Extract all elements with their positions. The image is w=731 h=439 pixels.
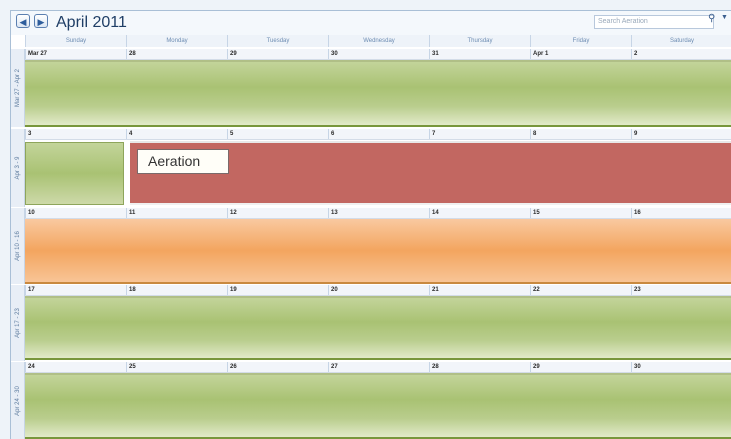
date-cell[interactable]: 4 [126, 129, 227, 139]
date-cell[interactable]: 16 [631, 208, 731, 218]
date-row: 24 25 26 27 28 29 30 [25, 362, 731, 373]
next-month-button[interactable]: ▶ [34, 14, 48, 28]
date-cell[interactable]: 23 [631, 285, 731, 295]
search-input[interactable]: Search Aeration [594, 15, 714, 29]
week-label[interactable]: Apr 24 - 30 [11, 362, 25, 439]
week-row: Apr 17 - 23 17 18 19 20 21 22 23 [11, 285, 731, 361]
date-row: Mar 27 28 29 30 31 Apr 1 2 [25, 49, 731, 60]
date-cell[interactable]: 9 [631, 129, 731, 139]
search-dropdown-icon[interactable]: ▼ [721, 14, 728, 21]
day-header: Monday [126, 35, 227, 47]
date-cell[interactable]: 5 [227, 129, 328, 139]
week-band-green[interactable] [25, 373, 731, 439]
date-cell[interactable]: 26 [227, 362, 328, 372]
date-cell[interactable]: 3 [25, 129, 126, 139]
day-header: Wednesday [328, 35, 429, 47]
week-label[interactable]: Mar 27 - Apr 2 [11, 49, 25, 127]
date-cell[interactable]: Apr 1 [530, 49, 631, 59]
date-cell[interactable]: 31 [429, 49, 530, 59]
date-cell[interactable]: 15 [530, 208, 631, 218]
day-header: Thursday [429, 35, 530, 47]
week-band-green[interactable] [25, 296, 731, 360]
date-cell[interactable]: 22 [530, 285, 631, 295]
week-row: Apr 24 - 30 24 25 26 27 28 29 30 [11, 362, 731, 439]
week-label[interactable]: Apr 17 - 23 [11, 285, 25, 361]
date-cell[interactable]: 29 [530, 362, 631, 372]
calendar-frame: ◀ ▶ April 2011 Search Aeration ⚲ ▼ Sunda… [10, 10, 731, 439]
date-cell[interactable]: Mar 27 [25, 49, 126, 59]
date-cell[interactable]: 29 [227, 49, 328, 59]
date-cell[interactable]: 11 [126, 208, 227, 218]
day-headers: Sunday Monday Tuesday Wednesday Thursday… [25, 35, 731, 47]
date-cell[interactable]: 10 [25, 208, 126, 218]
date-row: 17 18 19 20 21 22 23 [25, 285, 731, 296]
date-cell[interactable]: 28 [126, 49, 227, 59]
week-row: Mar 27 - Apr 2 Mar 27 28 29 30 31 Apr 1 … [11, 49, 731, 127]
magnifier-icon[interactable]: ⚲ [708, 13, 715, 24]
date-cell[interactable]: 14 [429, 208, 530, 218]
date-cell[interactable]: 13 [328, 208, 429, 218]
date-cell[interactable]: 12 [227, 208, 328, 218]
date-row: 3 4 5 6 7 8 9 [25, 129, 731, 140]
week-row: Apr 3 - 9 3 4 5 6 7 8 9 Aeration [11, 129, 731, 207]
day-cell-green[interactable] [25, 142, 124, 205]
event-title: Aeration [137, 149, 229, 174]
day-header: Tuesday [227, 35, 328, 47]
calendar-toolbar: ◀ ▶ April 2011 Search Aeration ⚲ ▼ [11, 11, 731, 35]
aeration-event[interactable]: Aeration [130, 141, 731, 205]
date-cell[interactable]: 21 [429, 285, 530, 295]
day-header: Friday [530, 35, 631, 47]
date-cell[interactable]: 30 [631, 362, 731, 372]
day-header: Saturday [631, 35, 731, 47]
week-label[interactable]: Apr 3 - 9 [11, 129, 25, 207]
date-cell[interactable]: 8 [530, 129, 631, 139]
day-header: Sunday [25, 35, 126, 47]
date-cell[interactable]: 18 [126, 285, 227, 295]
week-label[interactable]: Apr 10 - 16 [11, 208, 25, 284]
date-cell[interactable]: 30 [328, 49, 429, 59]
previous-month-button[interactable]: ◀ [16, 14, 30, 28]
week-band-orange[interactable] [25, 219, 731, 284]
week-band-green[interactable] [25, 60, 731, 127]
date-cell[interactable]: 28 [429, 362, 530, 372]
date-cell[interactable]: 27 [328, 362, 429, 372]
week-row: Apr 10 - 16 10 11 12 13 14 15 16 [11, 208, 731, 284]
date-cell[interactable]: 7 [429, 129, 530, 139]
date-cell[interactable]: 24 [25, 362, 126, 372]
date-cell[interactable]: 6 [328, 129, 429, 139]
month-title: April 2011 [56, 14, 127, 31]
date-cell[interactable]: 19 [227, 285, 328, 295]
date-cell[interactable]: 20 [328, 285, 429, 295]
date-row: 10 11 12 13 14 15 16 [25, 208, 731, 219]
date-cell[interactable]: 2 [631, 49, 731, 59]
date-cell[interactable]: 17 [25, 285, 126, 295]
date-cell[interactable]: 25 [126, 362, 227, 372]
